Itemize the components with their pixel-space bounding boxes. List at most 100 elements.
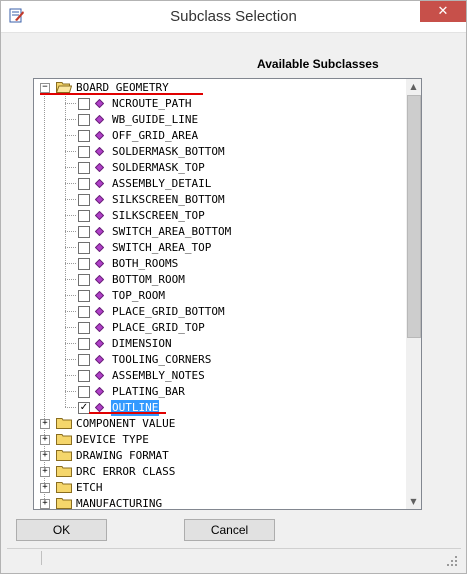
subclass-label: BOTH_ROOMS xyxy=(112,257,179,270)
subclass-label: PLATING_BAR xyxy=(112,385,185,398)
subclass-checkbox[interactable] xyxy=(78,114,90,126)
subclass-checkbox[interactable] xyxy=(78,162,90,174)
subclass-row[interactable]: PLACE_GRID_TOP xyxy=(34,320,404,336)
tree-connector xyxy=(65,231,76,232)
subclass-row[interactable]: PLACE_GRID_BOTTOM xyxy=(34,304,404,320)
expand-toggle[interactable]: + xyxy=(40,499,50,509)
scroll-up-button[interactable]: ▲ xyxy=(406,79,421,94)
subclass-label: SILKSCREEN_TOP xyxy=(112,209,205,222)
subclass-label: SOLDERMASK_TOP xyxy=(112,161,205,174)
subclass-checkbox[interactable] xyxy=(78,210,90,222)
tree-connector xyxy=(65,375,76,376)
vertical-scrollbar[interactable]: ▲ ▼ xyxy=(406,79,421,509)
tree-connector xyxy=(65,327,76,328)
scroll-thumb[interactable] xyxy=(407,95,421,338)
tree-connector xyxy=(65,279,76,280)
subclass-checkbox[interactable] xyxy=(78,386,90,398)
subclass-gem-icon xyxy=(95,243,104,252)
subclass-row[interactable]: TOP_ROOM xyxy=(34,288,404,304)
expand-toggle[interactable]: + xyxy=(40,451,50,461)
close-button[interactable]: ✕ xyxy=(420,1,466,22)
checkmark-icon: ✓ xyxy=(79,402,89,413)
tree-connector xyxy=(65,119,76,120)
tree-connector xyxy=(65,135,76,136)
open-folder-icon xyxy=(56,82,72,93)
subclass-label: ASSEMBLY_NOTES xyxy=(112,369,205,382)
subclass-checkbox[interactable] xyxy=(78,258,90,270)
subclass-gem-icon xyxy=(95,307,104,316)
subclass-gem-icon xyxy=(95,211,104,220)
expand-toggle[interactable]: + xyxy=(40,483,50,493)
tree-category-row[interactable]: + DRC ERROR CLASS xyxy=(34,464,404,480)
available-subclasses-heading: Available Subclasses xyxy=(257,57,379,71)
tree-category-row[interactable]: + DRAWING FORMAT xyxy=(34,448,404,464)
subclass-row[interactable]: ASSEMBLY_NOTES xyxy=(34,368,404,384)
subclass-label: ASSEMBLY_DETAIL xyxy=(112,177,212,190)
cancel-button[interactable]: Cancel xyxy=(184,519,275,541)
subclass-row[interactable]: NCROUTE_PATH xyxy=(34,96,404,112)
scroll-down-button[interactable]: ▼ xyxy=(406,494,421,509)
category-label: MANUFACTURING xyxy=(76,497,163,509)
tree-connector xyxy=(65,151,76,152)
tree-category-row[interactable]: + DEVICE TYPE xyxy=(34,432,404,448)
subclass-gem-icon xyxy=(95,259,104,268)
subclass-checkbox[interactable] xyxy=(78,274,90,286)
subclass-row[interactable]: SOLDERMASK_TOP xyxy=(34,160,404,176)
subclass-row[interactable]: SILKSCREEN_BOTTOM xyxy=(34,192,404,208)
subclass-checkbox[interactable] xyxy=(78,178,90,190)
subclass-row[interactable]: SWITCH_AREA_TOP xyxy=(34,240,404,256)
annotation-underline-outline xyxy=(89,412,166,414)
close-icon: ✕ xyxy=(437,4,449,19)
category-label: DEVICE TYPE xyxy=(76,433,149,446)
subclass-row[interactable]: DIMENSION xyxy=(34,336,404,352)
expand-toggle[interactable]: + xyxy=(40,419,50,429)
tree-connector xyxy=(65,103,76,104)
tree-connector xyxy=(65,199,76,200)
subclass-gem-icon xyxy=(95,131,104,140)
subclass-row[interactable]: TOOLING_CORNERS xyxy=(34,352,404,368)
subclass-gem-icon xyxy=(95,147,104,156)
tree-category-row[interactable]: + ETCH xyxy=(34,480,404,496)
expand-toggle[interactable]: + xyxy=(40,467,50,477)
subclass-checkbox[interactable] xyxy=(78,146,90,158)
subclass-checkbox[interactable] xyxy=(78,354,90,366)
resize-grip-icon[interactable] xyxy=(447,556,457,566)
subclass-gem-icon xyxy=(95,371,104,380)
subclass-label: NCROUTE_PATH xyxy=(112,97,192,110)
subclass-checkbox[interactable] xyxy=(78,130,90,142)
status-separator xyxy=(41,551,42,565)
subclass-checkbox[interactable] xyxy=(78,306,90,318)
subclass-row[interactable]: SILKSCREEN_TOP xyxy=(34,208,404,224)
subclass-gem-icon xyxy=(95,179,104,188)
subclass-checkbox[interactable] xyxy=(78,322,90,334)
folder-icon xyxy=(56,482,72,493)
subclass-row[interactable]: PLATING_BAR xyxy=(34,384,404,400)
subclass-row[interactable]: OFF_GRID_AREA xyxy=(34,128,404,144)
subclass-row[interactable]: BOTH_ROOMS xyxy=(34,256,404,272)
subclass-row[interactable]: SWITCH_AREA_BOTTOM xyxy=(34,224,404,240)
subclass-gem-icon xyxy=(95,163,104,172)
collapse-toggle[interactable]: − xyxy=(40,83,50,93)
subclass-label: OFF_GRID_AREA xyxy=(112,129,199,142)
subclass-gem-icon xyxy=(95,195,104,204)
subclass-gem-icon xyxy=(95,339,104,348)
subclass-row[interactable]: ASSEMBLY_DETAIL xyxy=(34,176,404,192)
subclass-checkbox[interactable] xyxy=(78,98,90,110)
subclass-checkbox[interactable] xyxy=(78,290,90,302)
title-bar[interactable]: Subclass Selection ✕ xyxy=(1,1,466,33)
expand-toggle[interactable]: + xyxy=(40,435,50,445)
subclass-checkbox[interactable] xyxy=(78,338,90,350)
subclass-row[interactable]: SOLDERMASK_BOTTOM xyxy=(34,144,404,160)
subclass-checkbox[interactable] xyxy=(78,242,90,254)
subclass-row[interactable]: WB_GUIDE_LINE xyxy=(34,112,404,128)
subclass-checkbox[interactable] xyxy=(78,194,90,206)
dialog-window: Subclass Selection ✕ Available Subclasse… xyxy=(0,0,467,574)
subclass-checkbox[interactable] xyxy=(78,226,90,238)
subclass-checkbox[interactable] xyxy=(78,370,90,382)
ok-button[interactable]: OK xyxy=(16,519,107,541)
tree-category-row[interactable]: + COMPONENT VALUE xyxy=(34,416,404,432)
tree-category-row[interactable]: + MANUFACTURING xyxy=(34,496,404,509)
category-label: DRC ERROR CLASS xyxy=(76,465,176,478)
subclass-label: WB_GUIDE_LINE xyxy=(112,113,199,126)
subclass-row[interactable]: BOTTOM_ROOM xyxy=(34,272,404,288)
